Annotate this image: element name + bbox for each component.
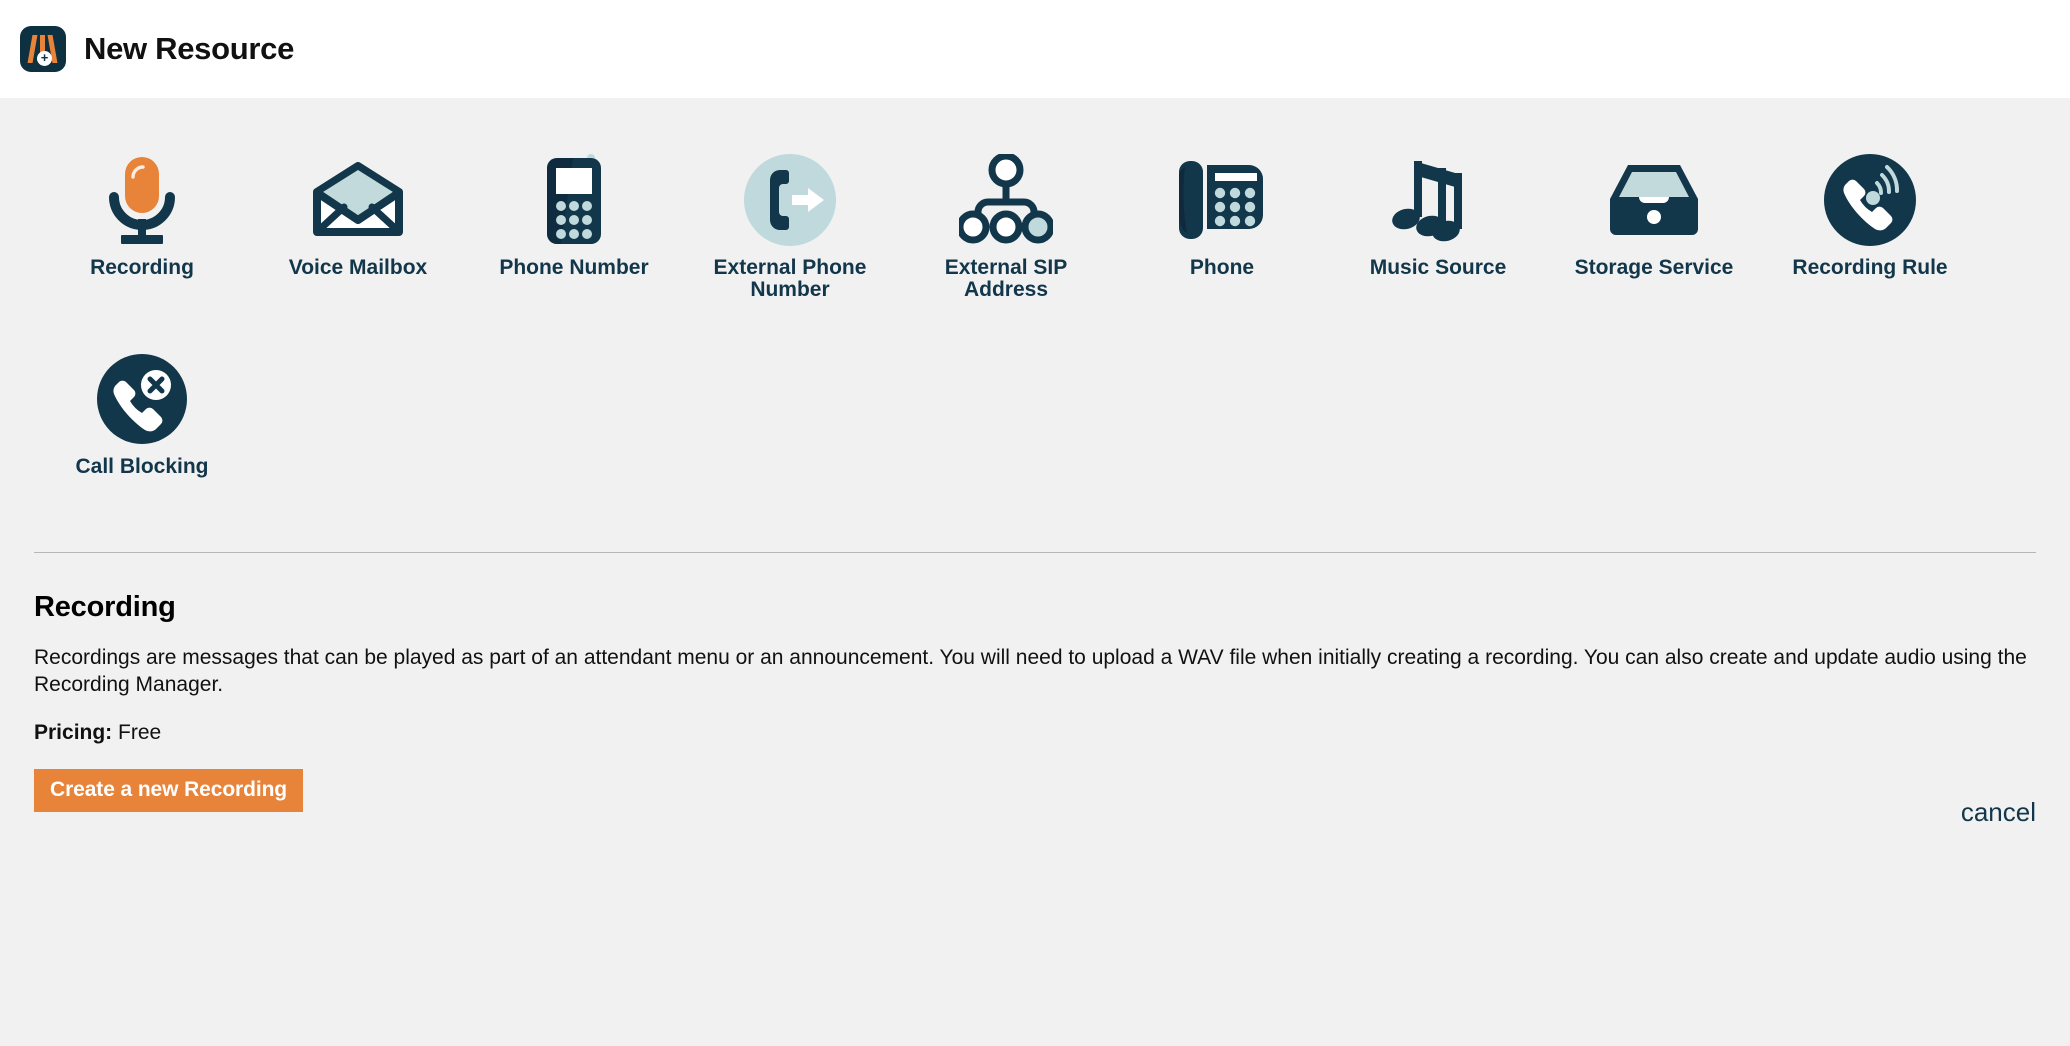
resource-option-phone-number[interactable]: Phone Number (466, 152, 682, 301)
resource-detail-panel: Recording Recordings are messages that c… (34, 553, 2036, 827)
create-new-recording-button[interactable]: Create a new Recording (34, 768, 304, 812)
music-notes-icon (1390, 152, 1486, 248)
new-resource-logo-icon: + (20, 26, 66, 72)
resource-option-storage-service[interactable]: Storage Service (1546, 152, 1762, 301)
resource-option-voice-mailbox[interactable]: Voice Mailbox (250, 152, 466, 301)
detail-pricing-value: Free (118, 720, 162, 744)
detail-pricing-label: Pricing: (34, 720, 113, 744)
logo-bar-1 (27, 35, 38, 63)
resource-type-grid: Recording Voice Mailbox Phone Number Ext… (34, 98, 2036, 528)
resource-option-label: Phone Number (499, 256, 649, 279)
resource-option-label: Music Source (1369, 256, 1507, 279)
resource-option-recording-rule[interactable]: Recording Rule (1762, 152, 1978, 301)
resource-option-music-source[interactable]: Music Source (1330, 152, 1546, 301)
detail-description: Recordings are messages that can be play… (34, 646, 2027, 697)
logo-plus-icon: + (37, 51, 52, 66)
detail-title: Recording (34, 591, 176, 624)
desk-phone-icon (1174, 152, 1270, 248)
resource-option-label: External SIP Address (944, 256, 1068, 302)
resource-option-recording[interactable]: Recording (34, 152, 250, 301)
resource-option-label: Voice Mailbox (288, 256, 428, 279)
resource-option-label: Recording (90, 256, 194, 279)
page-header: + New Resource (0, 0, 2070, 98)
open-envelope-icon (310, 152, 406, 248)
resource-option-label: Call Blocking (75, 455, 209, 479)
page-body: Recording Voice Mailbox Phone Number Ext… (0, 98, 2070, 827)
phone-signal-circle-icon (1822, 152, 1918, 248)
cancel-link[interactable]: cancel (1961, 797, 2036, 828)
resource-option-external-sip-address[interactable]: External SIP Address (898, 152, 1114, 301)
page-title: New Resource (84, 31, 295, 66)
resource-option-label: Recording Rule (1792, 256, 1948, 279)
inbox-tray-icon (1606, 152, 1702, 248)
resource-option-label: Storage Service (1574, 256, 1734, 279)
detail-actions: Create a new Recording cancel (34, 768, 2036, 827)
resource-option-label: External Phone Number (713, 256, 867, 302)
resource-option-external-phone-number[interactable]: External Phone Number (682, 152, 898, 301)
phone-blocked-circle-icon (94, 351, 190, 447)
sip-tree-icon (958, 152, 1054, 248)
resource-option-call-blocking[interactable]: Call Blocking (34, 351, 250, 478)
phone-forward-icon (742, 152, 838, 248)
microphone-icon (94, 152, 190, 248)
resource-option-label: Phone (1189, 256, 1255, 279)
detail-pricing: Pricing: Free (34, 721, 2036, 745)
mobile-phone-icon (526, 152, 622, 248)
resource-option-phone[interactable]: Phone (1114, 152, 1330, 301)
